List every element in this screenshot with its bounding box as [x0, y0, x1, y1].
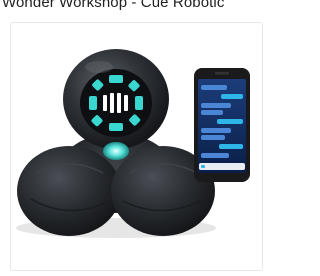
neck-light	[103, 142, 129, 160]
product-image-card[interactable]	[10, 22, 263, 271]
phone-screen	[198, 79, 246, 173]
left-wheel	[17, 146, 121, 236]
product-title[interactable]: Wonder Workshop - Cue Robotic	[2, 0, 270, 12]
robot-head	[63, 49, 169, 149]
smartphone	[194, 68, 250, 182]
product-image	[16, 49, 250, 238]
chat-input	[199, 163, 245, 170]
